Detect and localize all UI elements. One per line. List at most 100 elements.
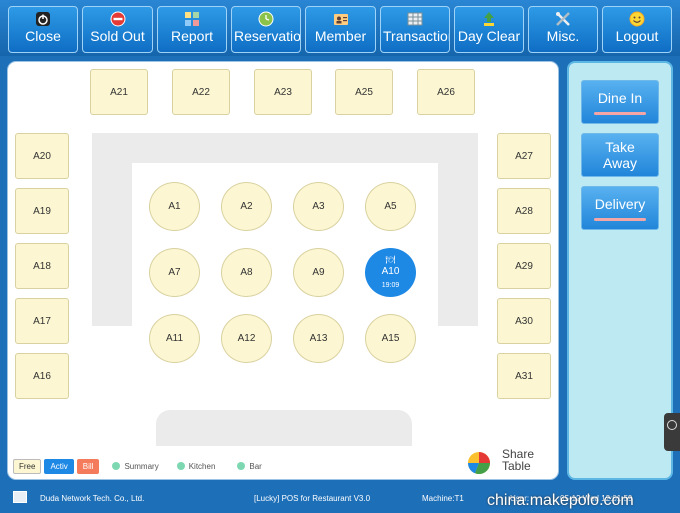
table-a5[interactable]: A5 [365, 182, 416, 231]
logout-label: Logout [615, 28, 659, 44]
kitchen-dot-icon [176, 462, 185, 470]
table-a11[interactable]: A11 [149, 314, 200, 363]
table-icon [407, 12, 423, 26]
transaction-button[interactable]: Transaction [380, 6, 450, 53]
recycle-icon [484, 12, 494, 26]
table-a23[interactable]: A23 [254, 69, 312, 115]
table-a17[interactable]: A17 [15, 298, 69, 344]
table-label: A19 [33, 205, 51, 217]
summary-label: Summary [124, 461, 159, 471]
report-label: Report [170, 28, 214, 44]
share-table-label: Share Table [502, 447, 535, 473]
transaction-label: Transaction [383, 28, 450, 44]
legend-bar: Bar [237, 461, 262, 471]
tools-icon [556, 12, 570, 26]
toolbar: Close Sold Out Report Reservation Member… [0, 0, 680, 56]
order-type-panel: Dine In Take Away Delivery [567, 61, 673, 480]
table-label: A17 [33, 315, 51, 327]
grid-report-icon [185, 12, 199, 26]
table-a21[interactable]: A21 [90, 69, 148, 115]
table-label: A11 [165, 333, 184, 344]
product-name: [Lucky] POS for Restaurant V3.0 [254, 494, 371, 503]
table-a2[interactable]: A2 [221, 182, 272, 231]
share-table-button[interactable]: Share Table [466, 448, 556, 476]
table-a25[interactable]: A25 [335, 69, 393, 115]
table-label: A26 [437, 86, 455, 98]
table-a10-active[interactable]: 🍽 A10 19:09 [365, 248, 416, 297]
member-label: Member [314, 28, 367, 44]
misc-label: Misc. [546, 28, 580, 44]
watermark-text: china.makepolo.com [487, 492, 634, 509]
room-wall-right [438, 133, 478, 326]
dine-in-label: Dine In [597, 89, 643, 106]
table-label: A12 [237, 333, 256, 344]
reservation-button[interactable]: Reservation [231, 6, 301, 53]
sold-out-label: Sold Out [90, 28, 145, 44]
legend-kitchen: Kitchen [176, 462, 215, 471]
dine-in-button[interactable]: Dine In [581, 80, 659, 124]
misc-button[interactable]: Misc. [528, 6, 598, 53]
table-a27[interactable]: A27 [497, 133, 551, 179]
side-drawer-handle[interactable] [664, 413, 680, 451]
table-a30[interactable]: A30 [497, 298, 551, 344]
table-label: A5 [384, 201, 397, 212]
table-a3[interactable]: A3 [293, 182, 344, 231]
table-label: A2 [240, 201, 253, 212]
table-a1[interactable]: A1 [149, 182, 200, 231]
sold-out-button[interactable]: Sold Out [82, 6, 153, 53]
legend-free: Free [13, 458, 42, 474]
table-label: A30 [515, 315, 533, 327]
table-a20[interactable]: A20 [15, 133, 69, 179]
table-a16[interactable]: A16 [15, 353, 69, 399]
close-label: Close [25, 28, 61, 44]
table-label: A23 [274, 86, 292, 98]
table-a9[interactable]: A9 [293, 248, 344, 297]
table-label: A28 [515, 205, 533, 217]
member-button[interactable]: Member [305, 6, 376, 53]
legend-summary: Summary [112, 461, 159, 471]
table-a28[interactable]: A28 [497, 188, 551, 234]
bar-label: Bar [249, 461, 262, 471]
table-label: A16 [33, 370, 51, 382]
table-a13[interactable]: A13 [293, 314, 344, 363]
delivery-button[interactable]: Delivery [581, 186, 659, 230]
take-away-label: Take Away [603, 139, 637, 171]
table-label: A22 [192, 86, 210, 98]
table-label: A10 [381, 266, 400, 277]
table-label: A7 [168, 267, 181, 278]
table-a29[interactable]: A29 [497, 243, 551, 289]
table-label: A25 [355, 86, 373, 98]
table-label: A1 [168, 201, 181, 212]
close-button[interactable]: Close [8, 6, 78, 53]
table-a8[interactable]: A8 [221, 248, 272, 297]
table-a19[interactable]: A19 [15, 188, 69, 234]
floor-plan: A21 A22 A23 A25 A26 A20 A19 A18 A17 A16 … [7, 61, 559, 480]
logout-button[interactable]: Logout [602, 6, 672, 53]
take-away-button[interactable]: Take Away [581, 133, 659, 177]
legend-active: Activ [44, 458, 74, 474]
table-label: A27 [515, 150, 533, 162]
day-clear-label: Day Clear [457, 28, 521, 44]
room-wall-top [92, 133, 478, 163]
table-a12[interactable]: A12 [221, 314, 272, 363]
table-a7[interactable]: A7 [149, 248, 200, 297]
table-label: A18 [33, 260, 51, 272]
room-wall-left [92, 133, 132, 326]
table-a22[interactable]: A22 [172, 69, 230, 115]
table-label: A21 [110, 86, 128, 98]
table-a15[interactable]: A15 [365, 314, 416, 363]
table-label: A20 [33, 150, 51, 162]
table-a18[interactable]: A18 [15, 243, 69, 289]
no-entry-icon [110, 11, 125, 27]
table-label: A29 [515, 260, 533, 272]
table-time: 19:09 [381, 282, 400, 289]
table-label: A9 [312, 267, 325, 278]
table-a31[interactable]: A31 [497, 353, 551, 399]
pie-chart-icon [467, 452, 491, 475]
report-button[interactable]: Report [157, 6, 227, 53]
table-a26[interactable]: A26 [417, 69, 475, 115]
day-clear-button[interactable]: Day Clear [454, 6, 524, 53]
computer-icon [13, 491, 27, 503]
table-label: A13 [309, 333, 328, 344]
summary-dot-icon [112, 462, 121, 470]
